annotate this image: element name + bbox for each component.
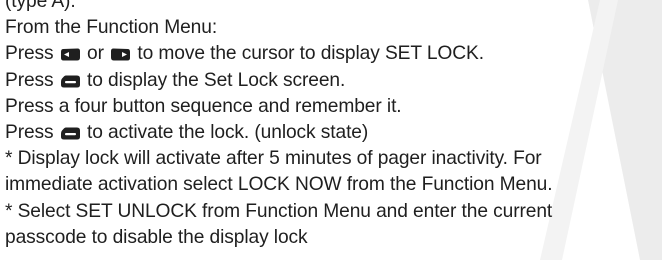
note-line: * Select SET UNLOCK from Function Menu a… [5,200,553,222]
step-text-before: Press [5,121,59,143]
note-line: passcode to disable the display lock [5,226,308,248]
step-activate-lock: Press to activate the lock. (unlock stat… [5,120,662,146]
step-move-cursor: Press or to move the cursor to display S… [5,41,662,67]
step-text-before: Press [5,43,59,65]
step-text-middle: or [81,43,110,65]
enter-button-icon [60,126,81,141]
enter-button-icon [60,74,81,89]
step-text-before: Press [5,69,59,91]
step-text-after: to display the Set Lock screen. [81,69,346,91]
note-line: * Display lock will activate after 5 min… [5,148,542,170]
cropped-top-line: (type A). [5,0,76,12]
step-button-sequence: Press a four button sequence and remembe… [5,95,402,117]
step-display-set-lock: Press to display the Set Lock screen. [5,68,662,94]
instructions-block: (type A). From the Function Menu: Press … [5,0,662,251]
left-button-icon [60,47,81,62]
right-button-icon [110,47,131,62]
section-heading: From the Function Menu: [5,17,218,39]
step-text-after: to activate the lock. (unlock state) [81,121,369,143]
note-line: immediate activation select LOCK NOW fro… [5,174,553,196]
manual-page: (type A). From the Function Menu: Press … [0,0,662,260]
step-text-after: to move the cursor to display SET LOCK. [132,43,484,65]
